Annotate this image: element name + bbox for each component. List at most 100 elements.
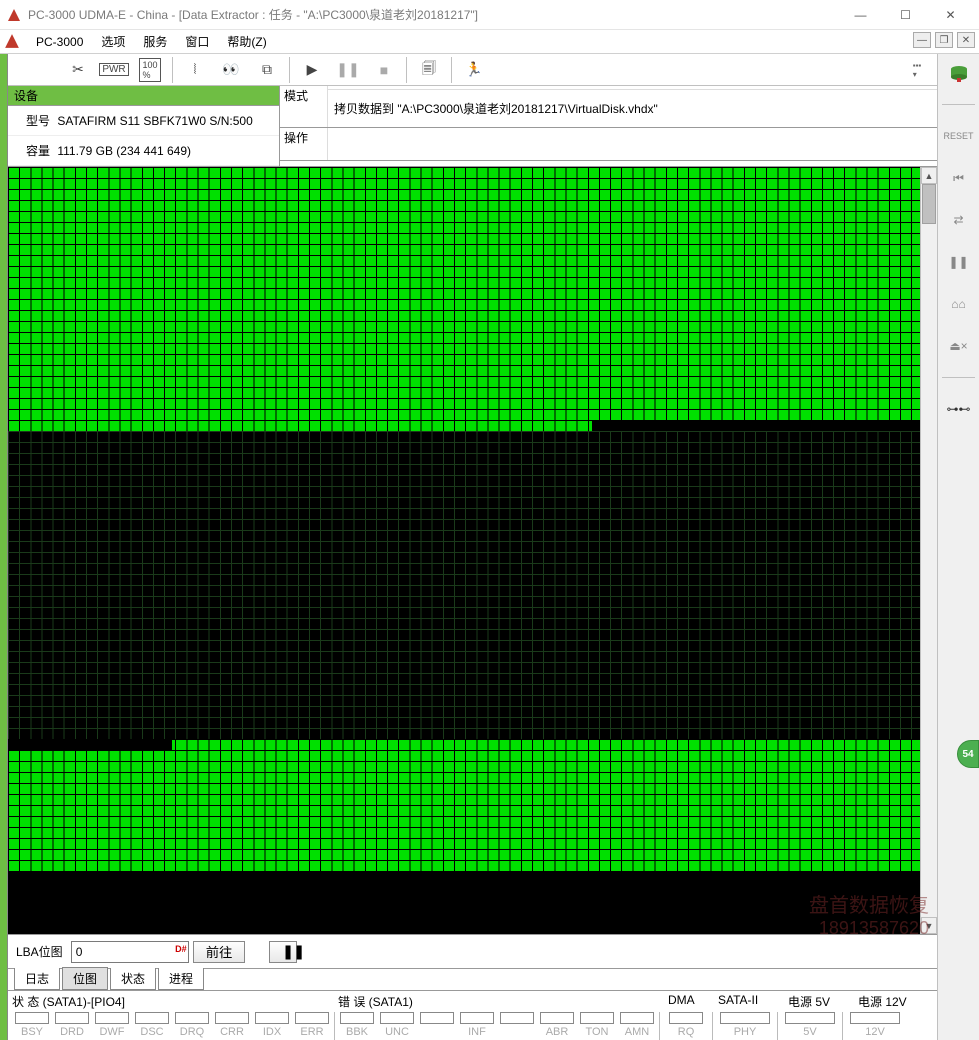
operation-header: 操作 — [280, 128, 328, 160]
jump-start-icon[interactable]: ⏮ — [944, 163, 974, 193]
tab-process[interactable]: 进程 — [158, 968, 204, 990]
lba-input[interactable] — [71, 941, 189, 963]
exit-icon[interactable]: 🏃 — [456, 56, 492, 84]
scroll-thumb[interactable] — [922, 184, 936, 224]
tabs-row: 日志 位图 状态 进程 — [8, 968, 937, 990]
mode-row: 模式 拷贝数据到 "A:\PC3000\泉道老刘20181217\Virtual… — [280, 86, 937, 128]
map-band-partial-top — [592, 420, 920, 431]
status-area: 状 态 (SATA1)-[PIO4] 错 误 (SATA1) DMA SATA-… — [8, 990, 937, 1040]
flag-dsc: DSC — [132, 1012, 172, 1038]
status-power12-label: 电源 12V — [858, 993, 907, 1010]
capacity-row: 容量 111.79 GB (234 441 649) — [8, 136, 279, 166]
flag-inf: INF — [457, 1012, 497, 1038]
status-labels-row: 状 态 (SATA1)-[PIO4] 错 误 (SATA1) DMA SATA-… — [12, 993, 933, 1010]
tools-icon[interactable]: ✂ — [60, 56, 96, 84]
binoculars-icon[interactable]: 👀 — [213, 56, 249, 84]
right-tool-rail: RESET ⏮ ⇄ ❚❚ ⌂⌂ ⏏× ⊶⊷ — [937, 54, 979, 1040]
app-menu-icon — [4, 33, 22, 51]
menu-services[interactable]: 服务 — [135, 31, 175, 52]
flag-crr: CRR — [212, 1012, 252, 1038]
lba-controls-row: LBA位图 D# 前往 ❚❚ — [8, 934, 937, 968]
flag-5v: 5V — [780, 1012, 840, 1038]
lba-pause-button[interactable]: ❚❚ — [269, 941, 297, 963]
flag-amn: AMN — [617, 1012, 657, 1038]
menu-window[interactable]: 窗口 — [177, 31, 217, 52]
map-band-read-top — [8, 167, 920, 431]
go-button[interactable]: 前往 — [193, 941, 246, 963]
flag-abr: ABR — [537, 1012, 577, 1038]
status-power5-label: 电源 5V — [788, 993, 858, 1010]
heads-icon[interactable]: ⌂⌂ — [944, 289, 974, 319]
close-button[interactable]: ✕ — [928, 0, 973, 30]
reset-icon[interactable]: RESET — [944, 121, 974, 151]
eject-icon[interactable]: ⏏× — [944, 331, 974, 361]
map-band-partial-bottom — [8, 739, 172, 750]
data-copy-icon[interactable]: ⧉ — [249, 56, 285, 84]
menu-help[interactable]: 帮助(Z) — [219, 31, 274, 52]
flag-bbk: BBK — [337, 1012, 377, 1038]
map-grid-overlay — [8, 431, 920, 739]
status-state-label: 状 态 (SATA1)-[PIO4] — [12, 993, 338, 1010]
percent-icon[interactable]: 100% — [132, 56, 168, 84]
pause-icon[interactable]: ❚❚ — [330, 56, 366, 84]
mode-header: 模式 — [280, 86, 328, 127]
flag-bsy: BSY — [12, 1012, 52, 1038]
stop-icon[interactable]: ■ — [366, 56, 402, 84]
window-title: PC-3000 UDMA-E - China - [Data Extractor… — [28, 6, 838, 23]
menu-bar: PC-3000 选项 服务 窗口 帮助(Z) — ❐ ✕ — [0, 30, 979, 54]
mode-op-panels: 模式 拷贝数据到 "A:\PC3000\泉道老刘20181217\Virtual… — [280, 86, 937, 166]
flag-unc: UNC — [377, 1012, 417, 1038]
maximize-button[interactable]: ☐ — [883, 0, 928, 30]
scroll-track[interactable] — [921, 184, 937, 917]
sync-icon[interactable]: ⇄ — [944, 205, 974, 235]
scroll-down-icon[interactable]: ▼ — [921, 917, 937, 934]
flag-idx: IDX — [252, 1012, 292, 1038]
model-value: SATAFIRM S11 SBFK71W0 S/N:500 — [57, 114, 252, 128]
left-rail[interactable] — [0, 54, 8, 1040]
status-dma-label: DMA — [668, 993, 718, 1010]
flag-blank2 — [497, 1012, 537, 1026]
rail-pause-icon[interactable]: ❚❚ — [944, 247, 974, 277]
device-panel: 设备 型号 SATAFIRM S11 SBFK71W0 S/N:500 容量 1… — [8, 86, 280, 166]
flag-drq: DRQ — [172, 1012, 212, 1038]
tab-status[interactable]: 状态 — [110, 968, 156, 990]
info-panels: 设备 型号 SATAFIRM S11 SBFK71W0 S/N:500 容量 1… — [8, 86, 937, 167]
main-column: ✂ PWR 100% ⦚ 👀 ⧉ ▶ ❚❚ ■ 🗐 🏃 ▪▪▪▾ 设备 型号 — [8, 54, 937, 1040]
flag-phy: PHY — [715, 1012, 775, 1038]
mdi-close-button[interactable]: ✕ — [957, 32, 975, 48]
play-icon[interactable]: ▶ — [294, 56, 330, 84]
minimize-button[interactable]: — — [838, 0, 883, 30]
app-icon — [6, 7, 22, 23]
side-badge[interactable]: 54 — [957, 740, 979, 768]
map-scrollbar[interactable]: ▲ ▼ — [920, 167, 937, 934]
sector-map[interactable] — [8, 167, 920, 934]
mode-value: 拷贝数据到 "A:\PC3000\泉道老刘20181217\VirtualDis… — [328, 90, 937, 127]
capacity-value: 111.79 GB (234 441 649) — [57, 144, 191, 158]
menu-options[interactable]: 选项 — [93, 31, 133, 52]
operation-body — [328, 128, 937, 160]
bit-tool-icon[interactable]: ⦚ — [177, 56, 213, 84]
flag-blank1 — [417, 1012, 457, 1026]
mdi-minimize-button[interactable]: — — [913, 32, 931, 48]
toolbar-dropdown-icon[interactable]: ▪▪▪▾ — [899, 56, 935, 84]
flag-err: ERR — [292, 1012, 332, 1038]
flag-drd: DRD — [52, 1012, 92, 1038]
copy-docs-icon[interactable]: 🗐 — [411, 56, 447, 84]
flag-dwf: DWF — [92, 1012, 132, 1038]
mdi-restore-button[interactable]: ❐ — [935, 32, 953, 48]
title-bar: PC-3000 UDMA-E - China - [Data Extractor… — [0, 0, 979, 30]
device-panel-header: 设备 — [8, 86, 279, 106]
drive-power-icon[interactable] — [944, 58, 974, 88]
lba-label: LBA位图 — [16, 943, 63, 960]
model-row: 型号 SATAFIRM S11 SBFK71W0 S/N:500 — [8, 106, 279, 136]
adapter-icon[interactable]: ⊶⊷ — [944, 394, 974, 424]
status-sata2-label: SATA-II — [718, 993, 788, 1010]
flag-rq: RQ — [662, 1012, 710, 1038]
lba-mode-toggle[interactable]: D# — [175, 944, 187, 954]
tab-log[interactable]: 日志 — [14, 968, 60, 990]
scroll-up-icon[interactable]: ▲ — [921, 167, 937, 184]
tab-bitmap[interactable]: 位图 — [62, 967, 108, 990]
menu-app-label[interactable]: PC-3000 — [28, 33, 91, 51]
map-band-tail — [875, 912, 920, 934]
port-info-icon[interactable]: PWR — [96, 56, 132, 84]
